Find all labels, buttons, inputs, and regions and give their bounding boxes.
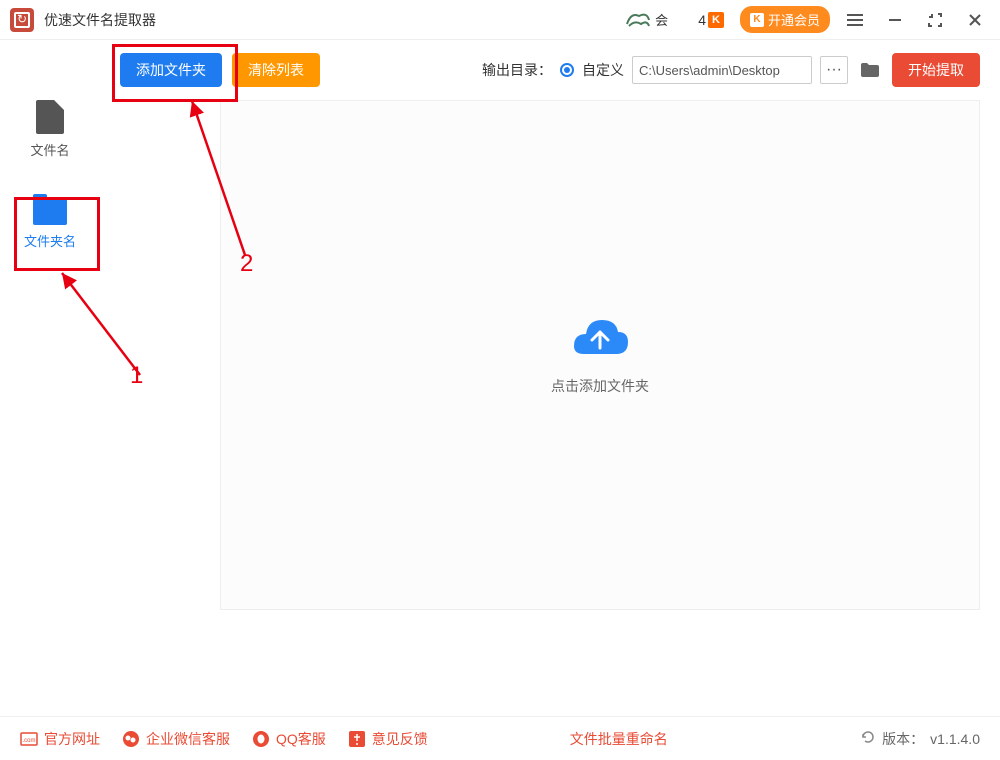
user-label: 会 (655, 10, 668, 29)
main-area: 点击添加文件夹 (120, 100, 980, 700)
vip-badge-icon: K (708, 12, 724, 28)
sidebar-item-filename[interactable]: 文件名 (10, 100, 90, 159)
cloud-logo: 会 (625, 10, 668, 30)
file-icon (36, 100, 64, 134)
output-dir-label: 输出目录： (482, 60, 552, 80)
svg-text:.com: .com (22, 738, 35, 744)
app-title: 优速文件名提取器 (44, 10, 615, 30)
sidebar-item-label: 文件夹名 (24, 231, 76, 250)
start-extract-button[interactable]: 开始提取 (892, 53, 980, 87)
wechat-support-link[interactable]: 企业微信客服 (122, 729, 230, 749)
app-icon (10, 8, 34, 32)
close-icon[interactable] (960, 5, 990, 35)
refresh-icon[interactable] (860, 729, 876, 748)
vip-count: 4 K (698, 12, 724, 28)
vip-icon: K (750, 13, 764, 27)
wechat-icon (122, 730, 140, 748)
custom-radio[interactable] (560, 63, 574, 77)
sidebar-item-label: 文件名 (30, 140, 69, 159)
feedback-link[interactable]: 意见反馈 (348, 729, 428, 749)
custom-radio-label: 自定义 (582, 60, 624, 80)
minimize-icon[interactable] (880, 5, 910, 35)
drop-zone[interactable]: 点击添加文件夹 (220, 100, 980, 610)
toolbar: 添加文件夹 清除列表 输出目录： 自定义 ··· 开始提取 (0, 40, 1000, 100)
maximize-icon[interactable] (920, 5, 950, 35)
website-icon: .com (20, 730, 38, 748)
open-folder-icon[interactable] (856, 56, 884, 84)
drop-zone-text: 点击添加文件夹 (551, 376, 649, 396)
version-info: 版本：v1.1.4.0 (860, 729, 980, 749)
add-folder-button[interactable]: 添加文件夹 (120, 53, 222, 87)
menu-icon[interactable] (840, 5, 870, 35)
sidebar-item-foldername[interactable]: 文件夹名 (10, 199, 90, 250)
batch-rename-link[interactable]: 文件批量重命名 (570, 729, 668, 749)
sidebar: 文件名 文件夹名 (0, 100, 100, 250)
cloud-upload-icon (568, 314, 632, 358)
browse-button[interactable]: ··· (820, 56, 848, 84)
qq-icon (252, 730, 270, 748)
folder-icon (33, 199, 67, 225)
clear-list-button[interactable]: 清除列表 (232, 53, 320, 87)
footer: .com 官方网址 企业微信客服 QQ客服 意见反馈 文件批量重命名 版本：v1… (0, 716, 1000, 760)
feedback-icon (348, 730, 366, 748)
titlebar: 优速文件名提取器 会 4 K K 开通会员 (0, 0, 1000, 40)
output-path-input[interactable] (632, 56, 812, 84)
open-vip-button[interactable]: K 开通会员 (740, 6, 830, 33)
official-site-link[interactable]: .com 官方网址 (20, 729, 100, 749)
qq-support-link[interactable]: QQ客服 (252, 729, 326, 749)
